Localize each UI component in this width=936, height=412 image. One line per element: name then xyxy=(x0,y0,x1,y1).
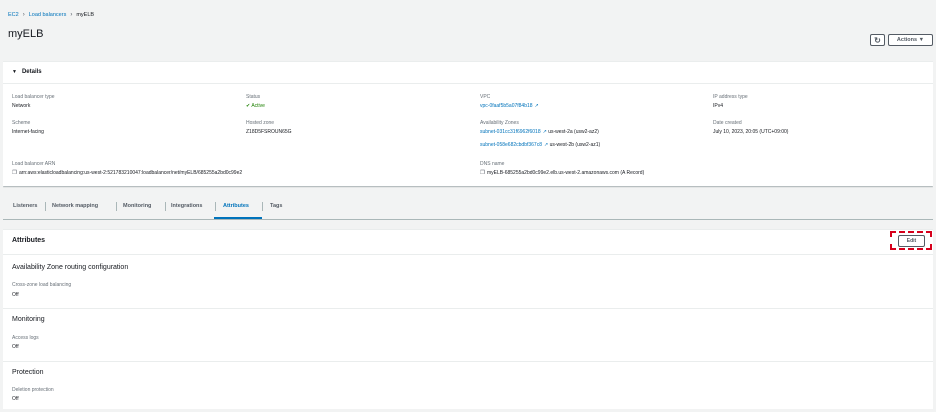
actions-button[interactable]: Actions ▼ xyxy=(888,34,933,46)
tab-integrations[interactable]: Integrations xyxy=(171,203,202,209)
copy-icon[interactable]: ❐ xyxy=(12,170,17,176)
page-title: myELB xyxy=(8,28,44,40)
divider xyxy=(3,254,933,255)
cross-zone-value: Off xyxy=(12,292,19,298)
tab-tags[interactable]: Tags xyxy=(270,203,282,209)
lb-type-value: Network xyxy=(12,103,31,109)
az-row-1: subnet-031cc31f6962f6018 ↗ us-west-2a (us… xyxy=(480,129,599,135)
breadcrumb-current: myELB xyxy=(76,12,95,18)
az-2-subnet-link[interactable]: subnet-058e682cbdbf367c8 xyxy=(480,142,542,148)
az-row-2: subnet-058e682cbdbf367c8 ↗ us-west-2b (us… xyxy=(480,142,600,148)
edit-button-label: Edit xyxy=(906,238,917,244)
deletion-protection-label: Deletion protection xyxy=(12,387,54,393)
breadcrumb-ec2-link[interactable]: EC2 xyxy=(8,12,19,18)
monitoring-section-title: Monitoring xyxy=(12,316,45,323)
copy-icon[interactable]: ❐ xyxy=(480,170,485,176)
access-logs-value: Off xyxy=(12,344,19,350)
az-routing-section-title: Availability Zone routing configuration xyxy=(12,264,129,271)
dns-label: DNS name xyxy=(480,161,505,167)
ip-type-label: IP address type xyxy=(713,94,748,100)
page: EC2 › Load balancers › myELB myELB ↻ Act… xyxy=(3,3,933,409)
az-1-subnet-link[interactable]: subnet-031cc31f6962f6018 xyxy=(480,129,541,135)
hosted-zone-label: Hosted zone xyxy=(246,120,275,126)
check-circle-icon: ✔ xyxy=(246,103,251,109)
divider xyxy=(3,308,933,309)
status-value: ✔ Active xyxy=(246,103,265,109)
scheme-value: Internet-facing xyxy=(12,129,44,135)
details-panel: ▼ Details Load balancer type Network Sch… xyxy=(3,61,933,186)
caret-down-icon: ▼ xyxy=(12,69,17,75)
external-link-icon: ↗ xyxy=(534,103,539,109)
tab-divider xyxy=(165,202,166,211)
chevron-right-icon: › xyxy=(70,12,73,18)
breadcrumb-load-balancers-link[interactable]: Load balancers xyxy=(29,12,67,18)
chevron-right-icon: › xyxy=(22,12,25,18)
attributes-panel: Attributes Edit Availability Zone routin… xyxy=(3,229,933,409)
deletion-protection-value: Off xyxy=(12,396,19,402)
edit-button[interactable]: Edit xyxy=(898,235,925,247)
access-logs-label: Access logs xyxy=(12,335,39,341)
scheme-label: Scheme xyxy=(12,120,31,126)
attributes-title: Attributes xyxy=(12,237,46,244)
tab-divider xyxy=(116,202,117,211)
vpc-link[interactable]: vpc-0faaf5b5a07f84b18 ↗ xyxy=(480,103,539,109)
date-created-label: Date created xyxy=(713,120,742,126)
arn-value: arn:aws:elasticloadbalancing:us-west-2:5… xyxy=(18,170,243,176)
details-toggle[interactable]: ▼ Details xyxy=(12,69,42,75)
tab-monitoring[interactable]: Monitoring xyxy=(123,203,151,209)
divider xyxy=(3,361,933,362)
arn-row: ❐ arn:aws:elasticloadbalancing:us-west-2:… xyxy=(12,170,242,176)
ip-type-value: IPv4 xyxy=(713,103,724,109)
cross-zone-label: Cross-zone load balancing xyxy=(12,282,72,288)
divider xyxy=(3,83,933,84)
tabs-bar: Listeners Network mapping Monitoring Int… xyxy=(3,196,933,220)
az-label: Availability Zones xyxy=(480,120,519,126)
date-created-value: July 10, 2023, 20:05 (UTC+09:00) xyxy=(713,129,789,135)
refresh-icon: ↻ xyxy=(874,35,881,45)
az-2-zone: us-west-2b (usw2-az1) xyxy=(549,142,601,148)
arn-label: Load balancer ARN xyxy=(12,161,56,167)
vpc-value: vpc-0faaf5b5a07f84b18 xyxy=(480,103,533,109)
lb-type-label: Load balancer type xyxy=(12,94,55,100)
tab-divider xyxy=(45,202,46,211)
tab-divider xyxy=(262,202,263,211)
protection-section-title: Protection xyxy=(12,369,44,376)
az-1-zone: us-west-2a (usw2-az2) xyxy=(548,129,599,135)
status-text: Active xyxy=(251,103,265,109)
tab-attributes[interactable]: Attributes xyxy=(223,203,249,209)
breadcrumb: EC2 › Load balancers › myELB xyxy=(8,12,94,18)
status-label: Status xyxy=(246,94,261,100)
active-tab-indicator xyxy=(214,217,262,219)
dns-row: ❐ myELB-685255a2bd0c99e2.elb.us-west-2.am… xyxy=(480,170,644,176)
tab-network-mapping[interactable]: Network mapping xyxy=(52,203,98,209)
tab-divider xyxy=(215,202,216,211)
actions-button-label: Actions ▼ xyxy=(896,37,925,43)
details-title: Details xyxy=(21,69,42,75)
external-link-icon: ↗ xyxy=(542,129,547,135)
dns-value: myELB-685255a2bd0c99e2.elb.us-west-2.ama… xyxy=(486,170,645,176)
external-link-icon: ↗ xyxy=(544,142,549,148)
hosted-zone-value: Z18D5FSROUN65G xyxy=(246,129,292,135)
refresh-button[interactable]: ↻ xyxy=(870,34,885,46)
tab-listeners[interactable]: Listeners xyxy=(13,203,37,209)
vpc-label: VPC xyxy=(480,94,491,100)
